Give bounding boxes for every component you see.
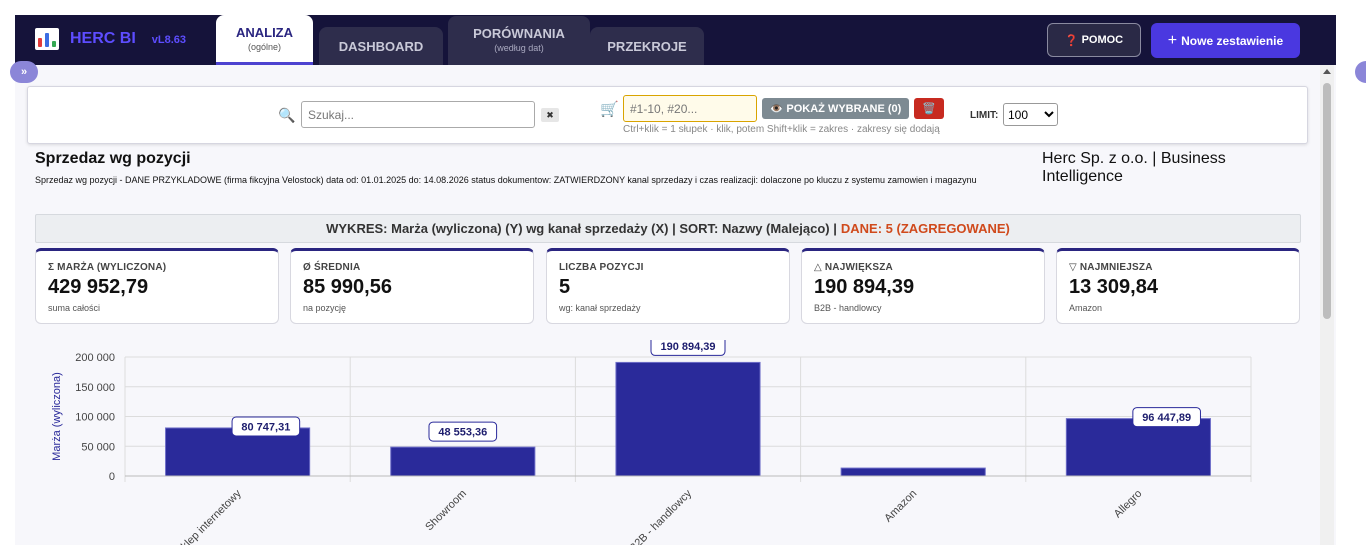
y-axis-label: Marża (wyliczona)	[51, 372, 63, 461]
right-panel-toggle[interactable]	[1355, 61, 1366, 83]
kpi-value: 5	[559, 276, 571, 298]
y-tick-label: 0	[109, 471, 115, 483]
tab-dashboard[interactable]: DASHBOARD	[319, 27, 443, 65]
kpi-sub: Amazon	[1069, 303, 1103, 313]
kpi-sub: B2B - handlowcy	[814, 303, 882, 313]
report-description: Sprzedaz wg pozycji - DANE PRZYKLADOWE (…	[35, 175, 977, 185]
bar-chart: 0 50 000 100 000 150 000 200 000 Marża (wylic…	[51, 340, 1252, 545]
new-report-button[interactable]: + Nowe zestawienie	[1151, 23, 1300, 58]
clear-search-button[interactable]: ✖	[541, 108, 559, 122]
show-selected-button[interactable]: 👁️ POKAŻ WYBRANE (0)	[762, 98, 909, 119]
x-tick-label: B2B - handlowcy	[627, 487, 694, 545]
chevron-right-icon: »	[20, 66, 28, 78]
selection-hint: Ctrl+klik = 1 słupek · klik, potem Shift…	[623, 124, 940, 135]
tab-sublabel: (według dat)	[494, 43, 544, 53]
new-report-label: Nowe zestawienie	[1181, 33, 1284, 48]
kpi-label: △ NAJWIĘKSZA	[814, 262, 893, 273]
tab-sublabel: (ogólne)	[247, 42, 282, 52]
data-label: 80 747,31	[241, 421, 290, 433]
y-tick-label: 200 000	[75, 352, 115, 364]
sidebar-toggle-button[interactable]: »	[10, 61, 38, 83]
tab-porownania[interactable]: PORÓWNANIA (według dat)	[448, 16, 590, 65]
scrollbar[interactable]	[1320, 65, 1334, 545]
x-tick-label: Allegro	[1112, 488, 1145, 521]
bar	[390, 446, 536, 477]
clear-selection-button[interactable]: 🗑️	[914, 98, 944, 119]
kpi-card-count: LICZBA POZYCJI 5 wg: kanał sprzedaży	[546, 248, 790, 324]
scroll-up-icon[interactable]	[1323, 69, 1331, 74]
eye-icon: 👁️	[769, 103, 784, 115]
kpi-value: 13 309,84	[1069, 276, 1158, 298]
data-label: 48 553,36	[438, 427, 487, 439]
bar	[1065, 418, 1211, 477]
search-input[interactable]	[301, 101, 535, 128]
kpi-card-sum: Σ MARŻA (WYLICZONA) 429 952,79 suma cało…	[35, 248, 279, 324]
kpi-value: 190 894,39	[814, 276, 915, 298]
trash-icon: 🗑️	[922, 103, 936, 115]
kpi-value: 429 952,79	[48, 276, 149, 298]
kpi-card-min: ▽ NAJMNIEJSZA 13 309,84 Amazon	[1056, 248, 1300, 324]
y-tick-label: 50 000	[81, 441, 115, 453]
bar	[615, 361, 761, 477]
plus-icon: +	[1167, 31, 1178, 49]
tab-label: PORÓWNANIA	[473, 26, 565, 41]
company-name: Herc Sp. z o.o. | Business Intelligence	[1042, 150, 1226, 185]
show-selected-label: POKAŻ WYBRANE (0)	[786, 102, 902, 115]
kpi-label: ▽ NAJMNIEJSZA	[1069, 262, 1153, 273]
tab-label: DASHBOARD	[338, 39, 424, 54]
chart-banner-text: WYKRES: Marża (wyliczona) (Y) wg kanał s…	[326, 221, 837, 236]
kpi-label: Ø ŚREDNIA	[303, 262, 361, 273]
limit-select[interactable]: 100	[1003, 103, 1058, 126]
selection-input[interactable]	[623, 95, 757, 122]
kpi-label: LICZBA POZYCJI	[559, 262, 644, 273]
tab-label: PRZEKROJE	[607, 39, 687, 54]
data-count-badge: DANE: 5 (ZAGREGOWANE)	[840, 221, 1010, 236]
report-title: Sprzedaz wg pozycji	[35, 150, 191, 167]
scroll-thumb[interactable]	[1323, 83, 1331, 319]
cart-icon: 🛒	[600, 101, 619, 118]
kpi-sub: na pozycję	[303, 303, 347, 313]
help-label: POMOC	[1081, 34, 1124, 46]
x-tick-label: Sklep internetowy	[174, 487, 244, 545]
question-icon: ❓	[1064, 34, 1079, 47]
x-tick-label: Amazon	[882, 488, 919, 525]
tab-analiza[interactable]: ANALIZA (ogólne)	[216, 15, 313, 65]
tab-przekroje[interactable]: PRZEKROJE	[590, 27, 704, 65]
help-button[interactable]: ❓ POMOC	[1047, 23, 1141, 57]
app-version: vL8.63	[151, 34, 187, 46]
search-icon: 🔍	[278, 107, 296, 123]
data-label: 190 894,39	[660, 341, 715, 353]
kpi-value: 85 990,56	[303, 276, 392, 298]
tab-label: ANALIZA	[235, 25, 294, 40]
x-tick-label: Showroom	[423, 488, 469, 534]
app-name: HERC BI	[70, 30, 136, 47]
logo[interactable]: HERC BI vL8.63	[35, 28, 186, 50]
kpi-card-average: Ø ŚREDNIA 85 990,56 na pozycję	[290, 248, 534, 324]
kpi-sub: wg: kanał sprzedaży	[559, 303, 641, 313]
top-bar: HERC BI vL8.63 ANALIZA (ogólne) DASHBOAR…	[15, 15, 1336, 65]
kpi-card-max: △ NAJWIĘKSZA 190 894,39 B2B - handlowcy	[801, 248, 1045, 324]
kpi-label: Σ MARŻA (WYLICZONA)	[48, 262, 167, 273]
y-tick-label: 150 000	[75, 382, 115, 394]
limit-label: LIMIT:	[970, 110, 999, 121]
kpi-sub: suma całości	[48, 303, 101, 313]
chart-icon	[35, 28, 59, 50]
data-label: 96 447,89	[1142, 412, 1191, 424]
bar	[840, 467, 986, 477]
chart-banner: WYKRES: Marża (wyliczona) (Y) wg kanał s…	[35, 214, 1301, 243]
y-tick-label: 100 000	[75, 412, 115, 424]
